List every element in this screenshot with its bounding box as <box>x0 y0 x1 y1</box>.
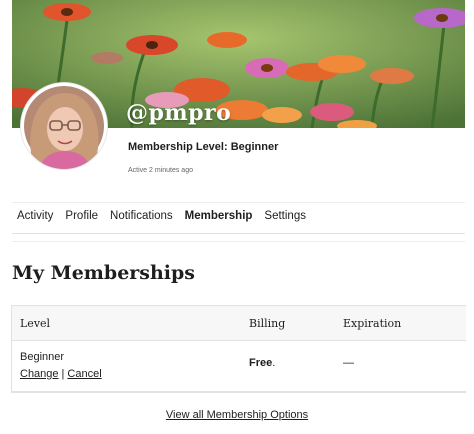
tab-activity[interactable]: Activity <box>17 210 53 222</box>
content-divider <box>12 241 465 242</box>
level-name: Beginner <box>20 351 65 363</box>
profile-nav: Activity Profile Notifications Membershi… <box>17 210 306 222</box>
nav-divider-bottom <box>12 233 465 234</box>
column-header-expiration: Expiration <box>343 317 402 330</box>
billing-amount: Free <box>249 357 273 369</box>
cancel-link[interactable]: Cancel <box>67 368 101 380</box>
active-status-text: Active 2 minutes ago <box>128 167 193 174</box>
tab-profile[interactable]: Profile <box>65 210 98 222</box>
membership-level-text: Membership Level: Beginner <box>128 141 279 153</box>
avatar[interactable] <box>21 83 107 169</box>
nav-divider-top <box>12 202 465 203</box>
expiration-cell: — <box>343 357 354 369</box>
level-actions: Change | Cancel <box>20 368 102 380</box>
column-header-billing: Billing <box>249 317 286 330</box>
billing-cell: Free. <box>249 357 275 369</box>
table-row: Beginner Change | Cancel Free. — <box>12 341 466 392</box>
billing-suffix: . <box>272 357 276 369</box>
table-header-row: Level Billing Expiration <box>12 306 466 341</box>
profile-username: @pmpro <box>126 100 232 126</box>
view-all-wrapper: View all Membership Options <box>0 409 474 421</box>
change-link[interactable]: Change <box>20 368 59 380</box>
tab-membership[interactable]: Membership <box>185 210 253 222</box>
page-title: My Memberships <box>12 262 196 284</box>
memberships-table: Level Billing Expiration Beginner Change… <box>11 305 466 393</box>
column-header-level: Level <box>20 317 51 330</box>
tab-settings[interactable]: Settings <box>264 210 306 222</box>
tab-notifications[interactable]: Notifications <box>110 210 173 222</box>
view-all-memberships-link[interactable]: View all Membership Options <box>166 409 308 421</box>
